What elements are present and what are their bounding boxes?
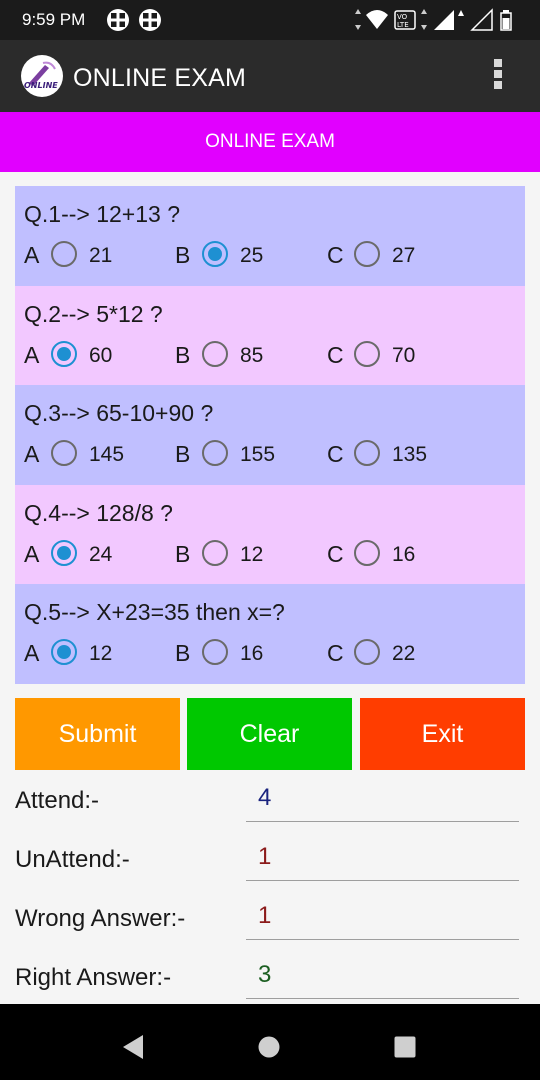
- radio-button[interactable]: [354, 241, 380, 267]
- option-letter: A: [24, 242, 40, 268]
- overflow-menu-icon[interactable]: [489, 59, 507, 95]
- question-text: Q.3--> 65-10+90 ?: [24, 400, 214, 427]
- option-value: 24: [89, 542, 113, 566]
- recents-icon[interactable]: [394, 1036, 416, 1058]
- question-text: Q.1--> 12+13 ?: [24, 201, 180, 227]
- question-text: Q.2--> 5*12 ?: [24, 300, 163, 327]
- navigation-bar: [0, 1004, 540, 1080]
- radio-button[interactable]: [354, 639, 380, 666]
- right-answer-label: Right Answer:-: [15, 964, 172, 991]
- unattend-label: UnAttend:-: [15, 846, 130, 873]
- attend-label: Attend:-: [15, 787, 100, 814]
- option-value: 21: [89, 244, 113, 267]
- radio-button[interactable]: [51, 440, 77, 467]
- right-answer-field[interactable]: 3: [246, 959, 519, 999]
- svg-text:LTE: LTE: [397, 21, 409, 29]
- option-value: 12: [89, 642, 113, 666]
- unattend-field[interactable]: 1: [246, 841, 519, 881]
- option-letter: A: [24, 540, 40, 567]
- clear-button[interactable]: Clear: [187, 698, 352, 770]
- home-icon[interactable]: [258, 1036, 280, 1058]
- question-5: Q.5--> X+23=35 then x=? A 12 B 16 C 22: [15, 584, 525, 684]
- option-letter: B: [175, 242, 191, 268]
- radio-button-selected[interactable]: [51, 340, 77, 367]
- question-4: Q.4--> 128/8 ? A 24 B 12 C 16: [15, 484, 525, 585]
- radio-button-selected[interactable]: [51, 539, 77, 566]
- wrong-answer-field[interactable]: 1: [246, 900, 519, 940]
- option-value: 70: [392, 343, 416, 367]
- question-text: Q.4--> 128/8 ?: [24, 499, 173, 526]
- option-value: 22: [392, 642, 416, 666]
- radio-button[interactable]: [202, 340, 228, 367]
- option-value: 155: [240, 443, 276, 467]
- radio-button[interactable]: [354, 440, 380, 467]
- question-3: Q.3--> 65-10+90 ? A 145 B 155 C 135: [15, 385, 525, 485]
- radio-button[interactable]: [354, 539, 380, 566]
- option-letter: C: [327, 540, 344, 567]
- option-value: 60: [89, 343, 113, 367]
- logo-graphic: [29, 61, 56, 86]
- right-answer-value: 3: [258, 961, 272, 988]
- logo-text: ONLINE: [24, 81, 58, 90]
- option-letter: A: [24, 341, 40, 368]
- option-letter: C: [327, 441, 344, 468]
- radio-button[interactable]: [202, 539, 228, 566]
- option-letter: A: [24, 441, 40, 468]
- radio-button[interactable]: [51, 241, 77, 267]
- back-icon[interactable]: [121, 1034, 145, 1060]
- question-list: Q.1--> 12+13 ? A 21 B 25 C 27 Q.2--> 5*12 ?…: [15, 186, 525, 684]
- option-value: 145: [89, 443, 125, 467]
- exit-button[interactable]: Exit: [360, 698, 525, 770]
- option-value: 135: [392, 443, 428, 467]
- unattend-value: 1: [258, 843, 272, 870]
- status-time: 9:59 PM: [22, 10, 86, 29]
- attend-value: 4: [258, 784, 272, 811]
- option-letter: B: [175, 341, 191, 368]
- app-bar: ONLINE ONLINE EXAM: [0, 40, 540, 112]
- app-logo: ONLINE: [21, 55, 63, 97]
- option-letter: A: [24, 640, 40, 667]
- question-1: Q.1--> 12+13 ? A 21 B 25 C 27: [15, 186, 525, 286]
- radio-button[interactable]: [354, 340, 380, 367]
- status-bar: 9:59 PM VO LTE: [0, 0, 540, 40]
- radio-button[interactable]: [202, 639, 228, 666]
- submit-button[interactable]: Submit: [15, 698, 180, 770]
- option-letter: C: [327, 640, 344, 667]
- option-value: 27: [392, 244, 416, 267]
- option-value: 16: [240, 642, 264, 666]
- radio-button[interactable]: [202, 440, 228, 467]
- attend-field[interactable]: 4: [246, 782, 519, 822]
- exam-banner: ONLINE EXAM: [0, 112, 540, 172]
- wrong-answer-label: Wrong Answer:-: [15, 905, 186, 932]
- option-value: 25: [240, 244, 264, 267]
- question-text: Q.5--> X+23=35 then x=?: [24, 599, 285, 626]
- system-status-icons: VO LTE: [355, 8, 512, 31]
- svg-text:VO: VO: [397, 13, 408, 21]
- app-notification-icons: [107, 9, 161, 31]
- option-letter: B: [175, 540, 191, 567]
- option-value: 16: [392, 542, 416, 566]
- wrong-answer-value: 1: [258, 902, 272, 929]
- option-value: 85: [240, 343, 264, 367]
- option-letter: C: [327, 242, 344, 268]
- radio-button-selected[interactable]: [51, 639, 77, 666]
- option-value: 12: [240, 542, 264, 566]
- option-letter: C: [327, 341, 344, 368]
- radio-button-selected[interactable]: [202, 241, 228, 267]
- app-title: ONLINE EXAM: [73, 64, 247, 92]
- option-letter: B: [175, 441, 191, 468]
- option-letter: B: [175, 640, 191, 667]
- question-2: Q.2--> 5*12 ? A 60 B 85 C 70: [15, 285, 525, 386]
